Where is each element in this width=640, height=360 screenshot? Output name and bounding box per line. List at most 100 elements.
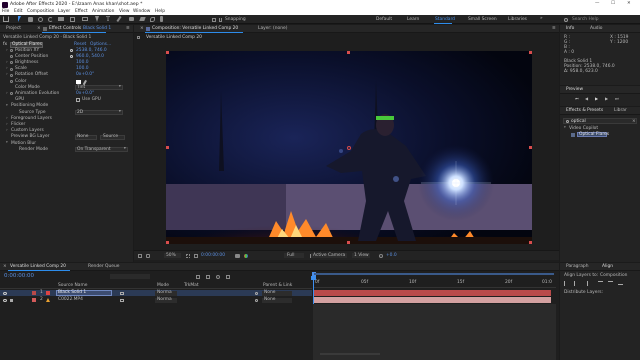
comp-flowchart-icon[interactable]	[196, 274, 200, 279]
stopwatch-icon[interactable]	[10, 67, 13, 71]
effect-options-link[interactable]: Options...	[90, 42, 111, 47]
exposure-value[interactable]: +0.0	[386, 253, 397, 258]
comp-viewer[interactable]	[166, 51, 532, 244]
first-frame-icon[interactable]: ⏮	[575, 97, 579, 101]
visibility-eye-icon[interactable]	[3, 298, 7, 302]
layer-bar[interactable]	[313, 290, 551, 296]
region-icon[interactable]	[194, 253, 198, 258]
effect-reset-link[interactable]: Reset	[74, 42, 86, 47]
transform-handle[interactable]	[166, 241, 169, 244]
tab-info[interactable]: Info	[566, 26, 574, 31]
rotate-tool-icon[interactable]	[48, 16, 53, 22]
draft-3d-icon[interactable]	[206, 274, 210, 279]
time-ruler[interactable]: 0f 05f 10f 15f 20f 01:0	[313, 276, 556, 288]
workspace-libraries[interactable]: Libraries	[508, 17, 527, 22]
playhead-handle[interactable]	[311, 276, 316, 280]
stopwatch-icon[interactable]	[10, 61, 13, 65]
prev-frame-icon[interactable]: ◀	[585, 97, 588, 101]
clear-search-icon[interactable]: ×	[632, 119, 636, 124]
hand-tool-icon[interactable]	[28, 16, 33, 22]
play-icon[interactable]: ▶	[595, 97, 598, 101]
snapping-checkbox[interactable]	[212, 17, 216, 22]
property-value[interactable]: 100.0	[76, 66, 89, 71]
search-help-input[interactable]: Search Help	[572, 17, 599, 22]
property-row[interactable]: Color	[0, 79, 133, 85]
property-row[interactable]: ▾ Positioning Mode	[0, 103, 133, 110]
property-value[interactable]: 0x+0.0°	[76, 72, 94, 77]
workspace-overflow-icon[interactable]: »	[540, 16, 543, 21]
color-swatch[interactable]	[76, 79, 81, 84]
label-color-swatch[interactable]	[32, 291, 36, 295]
stopwatch-icon[interactable]	[10, 73, 13, 77]
tab-audio[interactable]: Audio	[590, 26, 602, 31]
tab-render-queue[interactable]: Render Queue	[88, 264, 119, 269]
close-icon[interactable]: ×	[3, 264, 7, 269]
align-left-icon[interactable]	[564, 281, 568, 286]
menu-view[interactable]: View	[119, 9, 129, 14]
tab-timeline[interactable]: Versatile Linked Comp 20	[10, 264, 66, 269]
next-frame-icon[interactable]: ▶	[605, 97, 608, 101]
property-value[interactable]: 0x+0.0°	[76, 91, 94, 96]
transform-handle[interactable]	[529, 241, 532, 244]
zoom-tool-icon[interactable]	[38, 16, 43, 22]
menu-effect[interactable]: Effect	[75, 9, 88, 14]
property-value[interactable]: 2538.0, 746.0	[76, 48, 107, 53]
fx-switch-icon[interactable]	[120, 298, 124, 302]
property-value[interactable]: 100.0	[76, 60, 89, 65]
tab-paragraph[interactable]: Paragraph	[566, 264, 589, 269]
transform-handle[interactable]	[166, 51, 169, 54]
work-area-bar[interactable]	[314, 272, 554, 275]
camera-tool-icon[interactable]	[58, 17, 64, 21]
use-gpu-checkbox[interactable]	[76, 98, 80, 103]
audio-speaker-icon[interactable]	[10, 298, 13, 302]
panel-menu-icon[interactable]: ≡	[552, 26, 556, 31]
effect-list-item[interactable]: Optical Flares	[563, 132, 637, 137]
menu-file[interactable]: File	[2, 9, 9, 14]
tab-effects-presets[interactable]: Effects & Presets	[566, 108, 603, 113]
always-preview-icon[interactable]	[138, 253, 142, 258]
property-row[interactable]: › Rotation Offset 0x+0.0°	[0, 72, 133, 79]
menu-edit[interactable]: Edit	[14, 9, 23, 14]
tab-layer[interactable]: Layer: (none)	[258, 26, 287, 31]
eyedropper-icon[interactable]	[82, 79, 87, 85]
workspace-small-screen[interactable]: Small Screen	[468, 17, 497, 22]
menu-window[interactable]: Window	[133, 9, 150, 14]
selection-tool-icon[interactable]	[18, 15, 21, 22]
snapshot-icon[interactable]	[235, 253, 240, 258]
menu-help[interactable]: Help	[155, 9, 165, 14]
timeline-zoom-slider[interactable]	[320, 353, 380, 355]
transform-handle[interactable]	[166, 146, 169, 149]
reset-exposure-icon[interactable]	[379, 253, 383, 258]
eraser-tool-icon[interactable]	[139, 17, 146, 21]
pickwhip-icon[interactable]	[255, 291, 258, 295]
rectangle-tool-icon[interactable]	[82, 17, 88, 21]
comp-timecode[interactable]: 0:00:00:00	[201, 253, 225, 258]
graph-editor-icon[interactable]	[226, 274, 230, 279]
show-channel-icon[interactable]	[244, 253, 248, 258]
timeline-search-field[interactable]	[110, 274, 150, 279]
tab-project[interactable]: Project	[6, 26, 21, 31]
type-tool-icon[interactable]: T	[106, 16, 110, 23]
panel-menu-icon[interactable]: ≡	[126, 26, 130, 31]
tab-composition[interactable]: Composition: Versatile Linked Comp 20	[152, 26, 238, 31]
crosshair-icon[interactable]	[70, 55, 73, 59]
transform-handle[interactable]	[347, 241, 350, 244]
label-color-swatch[interactable]	[32, 298, 36, 302]
breadcrumb[interactable]: Versatile Linked Comp 20	[146, 35, 202, 40]
maximize-button[interactable]: ☐	[611, 1, 615, 6]
stopwatch-icon[interactable]	[10, 55, 13, 59]
pan-behind-tool-icon[interactable]	[70, 16, 75, 22]
mask-visibility-icon[interactable]	[146, 253, 150, 258]
anchor-point-handle[interactable]	[347, 146, 351, 150]
property-row[interactable]: Preview BG Layer None Source	[0, 134, 133, 141]
menu-layer[interactable]: Layer	[58, 9, 70, 14]
align-right-icon[interactable]	[584, 281, 588, 286]
align-bottom-icon[interactable]	[618, 281, 623, 285]
roto-brush-tool-icon[interactable]	[150, 16, 155, 22]
align-target-dropdown[interactable]: Composition	[600, 273, 627, 278]
property-row[interactable]: Source Type 2D ▾	[0, 109, 133, 116]
brush-tool-icon[interactable]	[116, 15, 122, 23]
last-frame-icon[interactable]: ⏭	[615, 97, 619, 101]
menu-animation[interactable]: Animation	[92, 9, 114, 14]
crosshair-icon[interactable]	[70, 49, 73, 52]
